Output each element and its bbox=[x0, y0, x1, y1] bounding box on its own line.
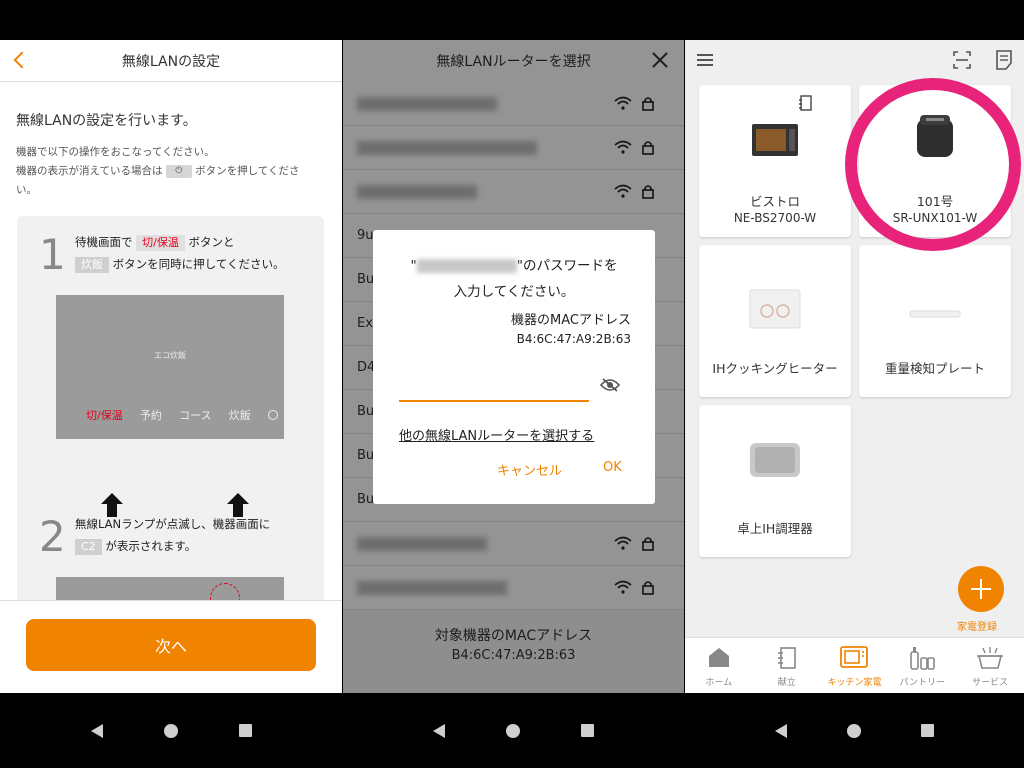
display-title: エコ炊飯 bbox=[154, 351, 186, 360]
device-card-ih-cooking-heater[interactable]: IHクッキングヒーター bbox=[699, 245, 851, 397]
dialog-message-line-2: 入力してください。 bbox=[453, 284, 575, 300]
tab-label: パントリー bbox=[899, 678, 946, 688]
step-2-text-a: 無線LANランプが点滅し、機器画面に bbox=[75, 517, 271, 531]
ssid-blurred bbox=[416, 259, 517, 273]
device-name: 卓上IH調理器 bbox=[737, 521, 813, 536]
dialog-message-suffix: "のパスワードを bbox=[516, 258, 618, 274]
wifi-setup-screen: 無線LANの設定 無線LANの設定を行います。 機器で以下の操作をおこなってくだ… bbox=[0, 40, 342, 693]
step-1-text: 待機画面で 切/保温 ボタンと 炊飯 ボタンを同時に押してください。 bbox=[75, 231, 321, 275]
tab-home[interactable]: ホーム bbox=[685, 638, 753, 693]
add-device-label: 家電登録 bbox=[957, 622, 997, 633]
tab-label: サービス bbox=[972, 678, 1009, 688]
android-nav-bar bbox=[0, 693, 342, 768]
home-circle-icon[interactable] bbox=[847, 723, 861, 738]
device-card-bistro[interactable]: ビストロ NE-BS2700-W bbox=[699, 85, 851, 237]
menu-book-icon bbox=[777, 647, 796, 669]
step-1-text-a: 待機画面で bbox=[75, 235, 133, 249]
tab-label: ホーム bbox=[705, 678, 733, 688]
footer: 次へ bbox=[0, 600, 342, 693]
dialog-message-line-1: " "のパスワードを bbox=[373, 254, 655, 274]
hamburger-menu-icon[interactable] bbox=[697, 54, 713, 66]
tab-label: 献立 bbox=[777, 678, 796, 688]
header: 無線LANの設定 bbox=[0, 40, 342, 82]
weight-plate-icon bbox=[909, 310, 961, 318]
header bbox=[685, 40, 1024, 82]
cancel-button[interactable]: キャンセル bbox=[497, 460, 562, 479]
dialog-mac-label: 機器のMACアドレス bbox=[511, 313, 631, 328]
step-1-text-b: ボタンと bbox=[188, 235, 235, 249]
tab-pantry[interactable]: パントリー bbox=[888, 638, 956, 693]
android-nav-bar bbox=[685, 693, 1024, 768]
tab-kitchen-appliances[interactable]: キッチン家電 bbox=[821, 638, 889, 693]
device-card-weight-plate[interactable]: 重量検知プレート bbox=[859, 245, 1011, 397]
desc-line-2b: ボタンを押してくださ bbox=[195, 165, 300, 177]
step-1-text-c: ボタンを同時に押してください。 bbox=[112, 257, 285, 271]
keep-warm-tag: 切/保温 bbox=[136, 234, 185, 251]
next-button[interactable]: 次へ bbox=[26, 619, 316, 671]
device-model: NE-BS2700-W bbox=[733, 211, 817, 225]
device-name: IHクッキングヒーター bbox=[712, 361, 838, 376]
display-key-timer: 予約 bbox=[139, 409, 162, 422]
router-select-screen: 無線LANルーターを選択 9u Bu Ex D4 Bu Bu Bu 対象機器のM… bbox=[343, 40, 684, 693]
device-display-illustration: エコ炊飯 切/保温 予約 コース 炊飯 bbox=[56, 295, 284, 439]
dialog-mac-value: B4:6C:47:A9:2B:63 bbox=[516, 332, 631, 346]
home-circle-icon[interactable] bbox=[505, 723, 520, 738]
c2-tag: C2 bbox=[75, 538, 102, 555]
scan-icon[interactable] bbox=[953, 51, 971, 69]
page-title: 無線LANの設定 bbox=[121, 53, 221, 70]
tab-menu[interactable]: 献立 bbox=[753, 638, 821, 693]
device-name: 重量検知プレート bbox=[884, 361, 985, 376]
pantry-icon bbox=[910, 647, 936, 670]
display-key-keep-warm: 切/保温 bbox=[86, 409, 123, 422]
other-router-link[interactable]: 他の無線LANルーターを選択する bbox=[399, 425, 594, 444]
ok-button[interactable]: OK bbox=[603, 460, 622, 475]
desc-line-2: 機器の表示が消えている場合は ⏻ ボタンを押してくださ bbox=[16, 162, 330, 181]
display-key-cook: 炊飯 bbox=[228, 409, 251, 422]
highlight-circle bbox=[845, 78, 1021, 251]
recent-apps-icon[interactable] bbox=[238, 724, 252, 737]
device-card-tabletop-ih[interactable]: 卓上IH調理器 bbox=[699, 405, 851, 557]
cook-tag: 炊飯 bbox=[75, 256, 109, 273]
back-icon[interactable] bbox=[775, 723, 787, 738]
back-icon[interactable] bbox=[433, 723, 446, 738]
display-key-course: コース bbox=[179, 409, 212, 422]
display-keys: 切/保温 予約 コース 炊飯 bbox=[86, 407, 278, 423]
microwave-icon bbox=[840, 646, 869, 668]
tabletop-ih-icon bbox=[750, 443, 800, 477]
microwave-icon bbox=[752, 124, 798, 156]
desc-line-1: 機器で以下の操作をおこなってください。 bbox=[16, 146, 215, 158]
recent-apps-icon[interactable] bbox=[921, 724, 934, 737]
lead-text: 無線LANの設定を行います。 bbox=[16, 113, 197, 129]
home-icon bbox=[708, 648, 729, 667]
step-1-number: 1 bbox=[39, 230, 66, 279]
screenshot-stage: 無線LANの設定 無線LANの設定を行います。 機器で以下の操作をおこなってくだ… bbox=[0, 0, 1024, 768]
tab-service[interactable]: サービス bbox=[956, 638, 1024, 693]
recent-apps-icon[interactable] bbox=[580, 724, 594, 737]
step-2-number: 2 bbox=[39, 512, 66, 561]
ih-heater-icon bbox=[749, 289, 801, 329]
desc-line-2a: 機器の表示が消えている場合は bbox=[16, 165, 163, 177]
service-icon bbox=[977, 647, 1004, 669]
memo-icon[interactable] bbox=[995, 50, 1013, 70]
desc-line-3: い。 bbox=[16, 184, 37, 196]
back-icon[interactable] bbox=[90, 723, 103, 738]
tab-label: キッチン家電 bbox=[827, 678, 882, 688]
description: 機器で以下の操作をおこなってください。 機器の表示が消えている場合は ⏻ ボタン… bbox=[16, 143, 330, 200]
device-name: ビストロ bbox=[749, 194, 800, 209]
add-device-button[interactable] bbox=[958, 566, 1004, 612]
home-circle-icon[interactable] bbox=[163, 723, 178, 738]
power-button-icon: ⏻ bbox=[165, 164, 192, 178]
password-dialog: " "のパスワードを 入力してください。 機器のMACアドレス B4:6C:47:… bbox=[373, 230, 655, 504]
recipe-book-icon bbox=[799, 95, 812, 111]
back-chevron-icon[interactable] bbox=[13, 51, 31, 69]
password-input[interactable] bbox=[399, 372, 589, 402]
step-2-text-b: が表示されます。 bbox=[105, 539, 197, 553]
steps-box: 1 待機画面で 切/保温 ボタンと 炊飯 ボタンを同時に押してください。 エコ炊… bbox=[17, 216, 324, 636]
bottom-tab-bar: ホーム 献立 キッチン家電 パントリー サービス bbox=[685, 637, 1024, 693]
step-2-text: 無線LANランプが点滅し、機器画面に C2 が表示されます。 bbox=[75, 513, 321, 557]
android-nav-bar bbox=[343, 693, 684, 768]
power-icon bbox=[267, 410, 278, 420]
visibility-off-icon[interactable] bbox=[600, 378, 620, 392]
